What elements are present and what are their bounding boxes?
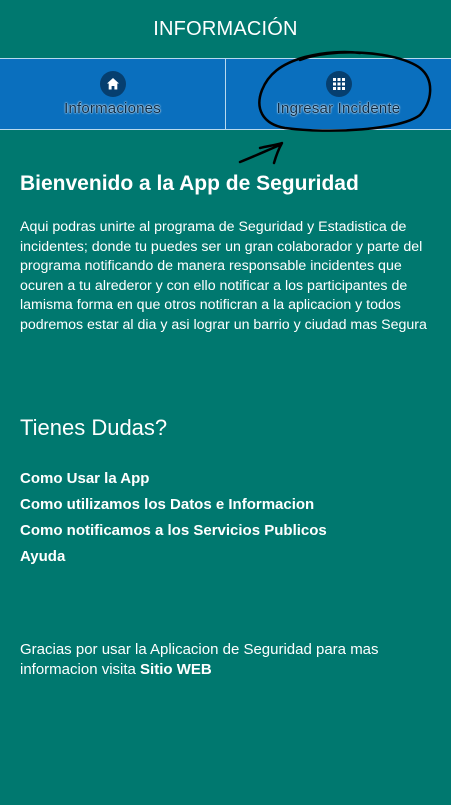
app-header: INFORMACIÓN [0, 0, 451, 58]
home-icon [99, 71, 126, 97]
link-ayuda[interactable]: Ayuda [20, 548, 327, 574]
website-link[interactable]: Sitio WEB [140, 661, 212, 678]
annotation-arrow [238, 141, 284, 165]
link-servicios-publicos[interactable]: Como notificamos a los Servicios Publico… [20, 522, 327, 548]
tab-informaciones[interactable]: Informaciones [0, 59, 225, 129]
welcome-text: Aqui podras unirte al programa de Seguri… [20, 219, 427, 333]
link-como-usar-la-app[interactable]: Como Usar la App [20, 470, 327, 496]
doubts-title: Tienes Dudas? [20, 415, 168, 440]
page-title: INFORMACIÓN [153, 17, 298, 40]
link-uso-de-datos[interactable]: Como utilizamos los Datos e Informacion [20, 496, 327, 522]
tab-label: Ingresar Incidente [276, 100, 401, 117]
footer-text: Gracias por usar la Aplicacion de Seguri… [20, 640, 440, 680]
tab-label: Informaciones [64, 100, 161, 117]
grid-icon [325, 71, 352, 97]
tab-ingresar-incidente[interactable]: Ingresar Incidente [225, 59, 451, 129]
welcome-title: Bienvenido a la App de Seguridad [20, 172, 359, 195]
help-links: Como Usar la App Como utilizamos los Dat… [20, 470, 327, 574]
tab-bar: Informaciones Ingresar Incidente [0, 58, 451, 130]
